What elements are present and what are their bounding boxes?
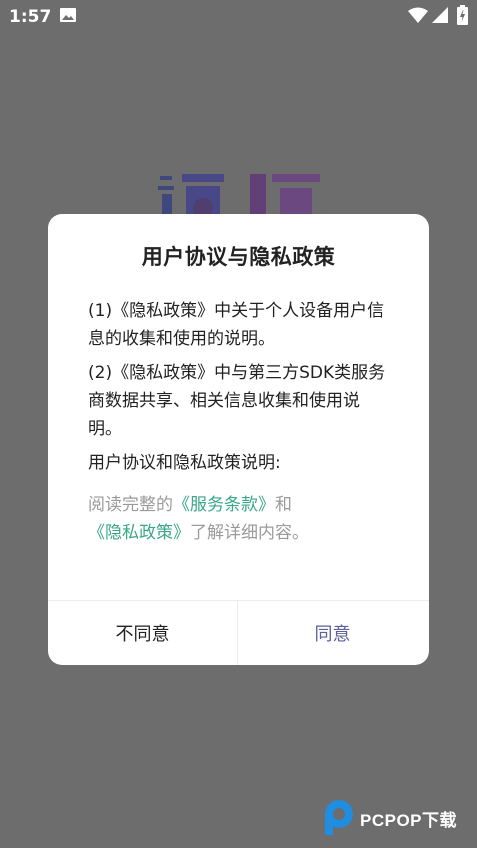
pcpop-logo-icon [325, 800, 353, 835]
disagree-button[interactable]: 不同意 [48, 601, 237, 665]
dialog-title: 用户协议与隐私政策 [141, 245, 336, 269]
paragraph-third-party-sdk: (2)《隐私政策》中与第三方SDK类服务商数据共享、相关信息收集和使用说明。 [88, 363, 386, 439]
status-bar: 1:57 [0, 0, 477, 34]
terms-of-service-link[interactable]: 《服务条款》 [173, 495, 275, 515]
privacy-dialog: 用户协议与隐私政策 (1)《隐私政策》中关于个人设备用户信息的收集和使用的说明。… [48, 214, 429, 665]
status-time: 1:57 [9, 7, 52, 27]
agree-button[interactable]: 同意 [238, 601, 427, 665]
read-full-text: 阅读完整的《服务条款》和《隐私政策》了解详细内容。 [88, 491, 393, 547]
dialog-body: (1)《隐私政策》中关于个人设备用户信息的收集和使用的说明。 (2)《隐私政策》… [88, 297, 393, 553]
paragraph-privacy-collection: (1)《隐私政策》中关于个人设备用户信息的收集和使用的说明。 [88, 301, 385, 349]
watermark: PCPOP下载 [322, 799, 472, 835]
watermark-text: PCPOP下载 [360, 811, 458, 830]
paragraph-agreement-heading: 用户协议和隐私政策说明: [88, 453, 281, 473]
image-icon [60, 8, 76, 22]
read-prefix: 阅读完整的 [88, 495, 173, 515]
read-suffix: 了解详细内容。 [190, 523, 309, 543]
read-connector: 和 [275, 495, 292, 515]
battery-icon [457, 5, 468, 25]
signal-icon [432, 7, 448, 23]
privacy-policy-link[interactable]: 《隐私政策》 [88, 523, 190, 543]
wifi-icon [408, 7, 428, 23]
